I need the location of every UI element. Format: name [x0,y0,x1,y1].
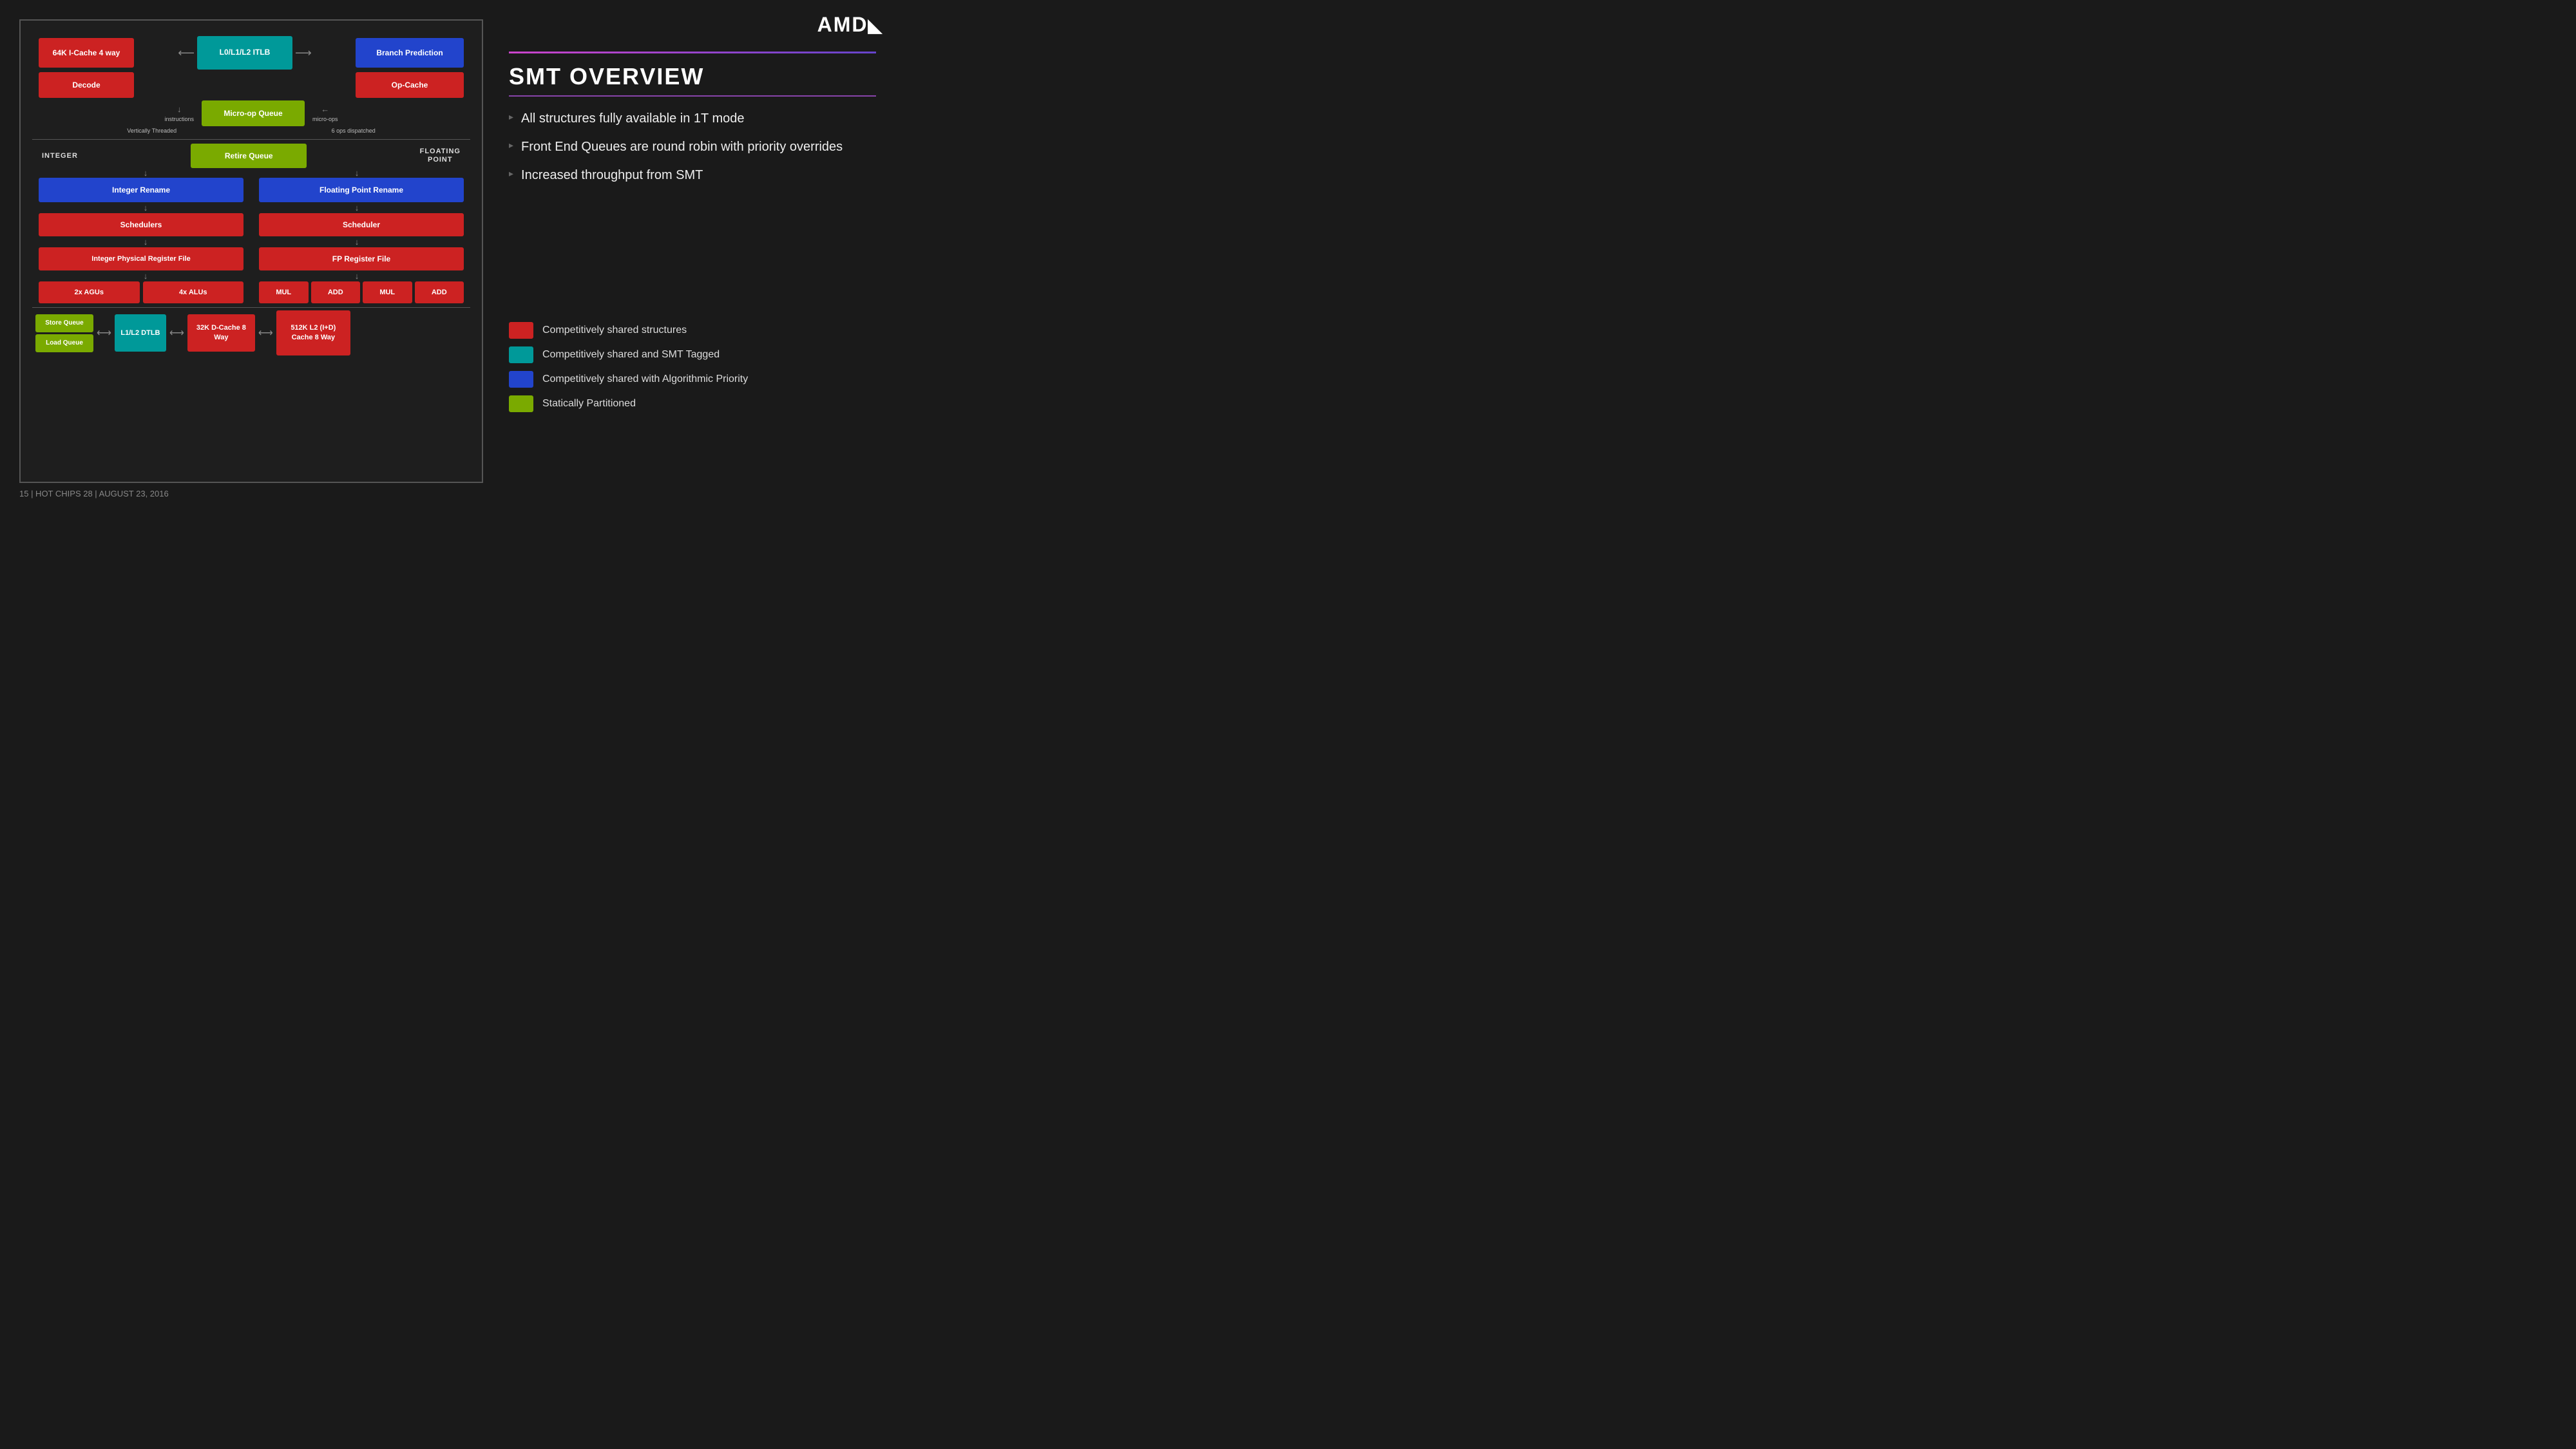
floating-point-label: FLOATINGPOINT [420,147,461,164]
retire-queue-box: Retire Queue [191,144,307,168]
legend: Competitively shared structures Competit… [509,322,876,420]
load-queue-box: Load Queue [35,334,93,352]
footer: 15 | HOT CHIPS 28 | AUGUST 23, 2016 [19,489,169,498]
arrow-down-fp: ↓ [355,168,359,178]
int-reg-file-box: Integer Physical Register File [39,247,243,270]
legend-label-blue: Competitively shared with Algorithmic Pr… [542,374,748,385]
bullet-text-2: Front End Queues are round robin with pr… [521,138,843,156]
op-cache-box: Op-Cache [356,72,464,98]
fp-rename-box: Floating Point Rename [259,178,464,202]
legend-item-red: Competitively shared structures [509,322,876,339]
bullet-text-3: Increased throughput from SMT [521,166,703,184]
icache-box: 64K I-Cache 4 way [39,38,134,68]
schedulers-box: Schedulers [39,213,243,236]
panel-title: SMT OVERVIEW [509,63,876,90]
instructions-label: instructions [164,116,194,122]
legend-item-green: Statically Partitioned [509,395,876,412]
arrow-instructions-down: ↓ [177,104,182,114]
bullet-2: ▸ Front End Queues are round robin with … [509,138,876,156]
mul1-box: MUL [259,281,309,303]
top-line [509,52,876,53]
arrow-microops-left: ← [321,104,329,114]
agu-box: 2x AGUs [39,281,140,303]
mul2-box: MUL [363,281,412,303]
store-queue-box: Store Queue [35,314,93,332]
panel-divider [509,95,876,97]
add1-box: ADD [311,281,361,303]
arrow-left: ⟵ [178,46,195,60]
bullet-1: ▸ All structures fully available in 1T m… [509,109,876,128]
integer-rename-box: Integer Rename [39,178,243,202]
alu-box: 4x ALUs [143,281,244,303]
fp-scheduler-box: Scheduler [259,213,464,236]
bullet-arrow-1: ▸ [509,111,513,122]
fp-reg-file-box: FP Register File [259,247,464,270]
legend-color-green [509,395,533,412]
bullet-arrow-2: ▸ [509,140,513,151]
microop-queue-box: Micro-op Queue [202,100,305,126]
legend-label-red: Competitively shared structures [542,325,687,336]
bullet-arrow-3: ▸ [509,168,513,179]
storage-row: Store Queue Load Queue ⟷ L1/L2 DTLB ⟷ 32… [32,307,470,358]
branch-pred-box: Branch Prediction [356,38,464,68]
legend-item-blue: Competitively shared with Algorithmic Pr… [509,371,876,388]
legend-color-teal [509,346,533,363]
bottom-section: INTEGER Retire Queue FLOATINGPOINT ↓ ↓ I… [32,141,470,470]
decode-box: Decode [39,72,134,98]
right-panel: SMT OVERVIEW ▸ All structures fully avai… [509,52,876,194]
top-section: 64K I-Cache 4 way ⟵ L0/L1/L2 ITLB ⟶ Bran… [32,32,470,140]
bullet-text-1: All structures fully available in 1T mod… [521,109,744,128]
footer-text: 15 | HOT CHIPS 28 | AUGUST 23, 2016 [19,489,169,498]
diagram-container: 64K I-Cache 4 way ⟵ L0/L1/L2 ITLB ⟶ Bran… [19,19,483,483]
legend-color-red [509,322,533,339]
l1l2-dtlb-box: L1/L2 DTLB [115,314,166,352]
vertically-threaded-label: Vertically Threaded [127,128,177,134]
arrow-right: ⟶ [295,46,312,60]
arrow-down-int: ↓ [144,168,148,178]
legend-color-blue [509,371,533,388]
l2cache-box: 512K L2 (I+D) Cache 8 Way [276,310,350,355]
ops-dispatched-label: 6 ops dispatched [332,128,376,134]
integer-label: INTEGER [42,152,78,160]
dcache-box: 32K D-Cache 8 Way [187,314,255,352]
amd-logo: AMD◣ [817,13,883,37]
legend-item-teal: Competitively shared and SMT Tagged [509,346,876,363]
micro-ops-label: micro-ops [312,116,338,122]
legend-label-green: Statically Partitioned [542,398,636,410]
legend-label-teal: Competitively shared and SMT Tagged [542,349,720,361]
bullet-3: ▸ Increased throughput from SMT [509,166,876,184]
l0l1l2-box: L0/L1/L2 ITLB [197,36,292,70]
add2-box: ADD [415,281,464,303]
